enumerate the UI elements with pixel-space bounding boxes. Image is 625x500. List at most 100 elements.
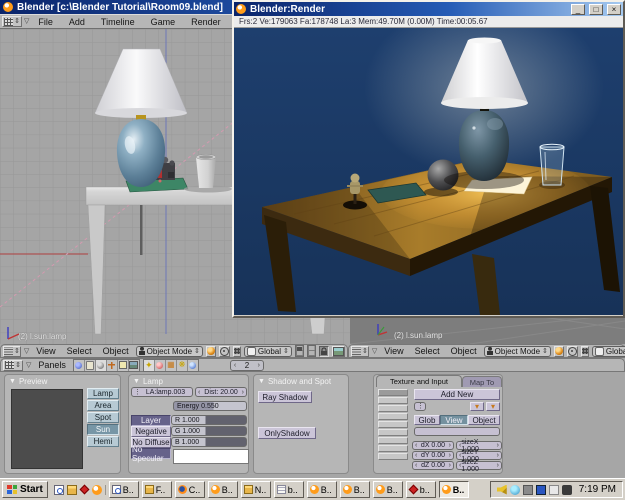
task-button-6[interactable]: b..	[274, 481, 304, 498]
display-tray-icon[interactable]	[536, 485, 546, 495]
camera-tray-icon[interactable]	[562, 485, 572, 495]
lamp-datablock-field[interactable]: ⋮ LA:lamp.003	[131, 387, 193, 397]
menu-select[interactable]: Select	[63, 346, 96, 356]
collapse-icon[interactable]: ▽	[26, 362, 31, 369]
messenger-icon[interactable]	[510, 485, 520, 495]
menu-object[interactable]: Object	[99, 346, 133, 356]
texture-slot-3[interactable]	[378, 405, 408, 412]
gear-tray-icon[interactable]	[523, 485, 533, 495]
task-button-4[interactable]: B..	[208, 481, 238, 498]
menu-view[interactable]: View	[380, 346, 407, 356]
quicklaunch-media-icon[interactable]	[79, 485, 89, 495]
editing-context-button[interactable]	[118, 360, 129, 371]
tab-map-to[interactable]: Map To	[462, 376, 502, 387]
layer-toggle[interactable]: Layer	[131, 415, 171, 426]
world-buttons-button[interactable]	[188, 360, 198, 371]
shadow-panel-header[interactable]: ▼ Shadow and Spot	[254, 375, 348, 386]
lamp-color-swatch[interactable]	[173, 449, 249, 464]
texture-slot-5[interactable]	[378, 421, 408, 428]
dy-field[interactable]: ‹ dY 0.00 ›	[412, 451, 454, 460]
task-button-1[interactable]: B..	[109, 481, 139, 498]
menu-render[interactable]: Render	[184, 17, 228, 27]
start-button[interactable]: Start	[2, 481, 48, 498]
task-button-9[interactable]: B..	[373, 481, 403, 498]
lamp-type-hemi[interactable]: Hemi	[87, 436, 119, 447]
quicklaunch-explorer-icon[interactable]	[54, 485, 64, 495]
dist-field[interactable]: ‹ Dist: 20.00 ›	[195, 387, 247, 397]
tab-texture-and-input[interactable]: Texture and Input	[376, 375, 462, 387]
quicklaunch-folder-icon[interactable]	[67, 485, 77, 495]
negative-toggle[interactable]: Negative	[131, 426, 171, 437]
menu-game[interactable]: Game	[144, 17, 183, 27]
material-buttons-button[interactable]	[155, 360, 166, 371]
coord-glob-button[interactable]: Glob	[414, 415, 440, 425]
manipulator-button[interactable]	[233, 346, 241, 357]
collapse-icon[interactable]: ▽	[24, 348, 29, 355]
scene-context-button[interactable]	[129, 360, 139, 371]
lamp-type-spot[interactable]: Spot	[87, 412, 119, 423]
task-button-10[interactable]: b..	[406, 481, 436, 498]
b-slider[interactable]: B 1.000	[171, 437, 247, 447]
shading-context-button[interactable]	[96, 360, 107, 371]
texture-slot-6[interactable]	[378, 429, 408, 436]
texture-slot-1[interactable]	[378, 389, 408, 396]
add-new-button[interactable]: Add New	[414, 389, 500, 400]
no-specular-toggle[interactable]: No Specular	[131, 448, 171, 459]
preview-panel-header[interactable]: ▼ Preview	[5, 375, 120, 386]
lamp-type-area[interactable]: Area	[87, 400, 119, 411]
texture-slot-9[interactable]	[378, 453, 408, 460]
dz-field[interactable]: ‹ dZ 0.00 ›	[412, 461, 454, 470]
window-type-button[interactable]: ⇕	[3, 346, 21, 357]
orientation-dropdown[interactable]: Global ⇕	[592, 346, 625, 357]
dx-field[interactable]: ‹ dX 0.00 ›	[412, 441, 454, 450]
task-button-7[interactable]: B..	[307, 481, 337, 498]
menu-timeline[interactable]: Timeline	[94, 17, 142, 27]
volume-icon[interactable]	[497, 485, 507, 495]
manipulator-button[interactable]	[581, 346, 589, 357]
frame-number-field[interactable]: ‹ 2 ›	[230, 360, 264, 371]
layer-buttons-group1[interactable]	[295, 345, 304, 357]
menu-view[interactable]: View	[32, 346, 59, 356]
tray-icon[interactable]	[549, 485, 559, 495]
object-name-field[interactable]	[414, 427, 500, 436]
task-button-2[interactable]: F..	[142, 481, 172, 498]
texture-slot-7[interactable]	[378, 437, 408, 444]
texture-slot-4[interactable]	[378, 413, 408, 420]
mode-dropdown[interactable]: Object Mode ⇕	[136, 346, 203, 357]
script-context-button[interactable]	[85, 360, 96, 371]
texture-slot-8[interactable]	[378, 445, 408, 452]
lock-button[interactable]	[319, 346, 329, 357]
lamp-panel-header[interactable]: ▼ Lamp	[129, 375, 248, 386]
task-button-5[interactable]: N..	[241, 481, 271, 498]
object-context-button[interactable]	[107, 360, 118, 371]
texture-clear-button[interactable]: ▾	[486, 402, 500, 411]
only-shadow-button[interactable]: OnlyShadow	[258, 427, 316, 439]
coord-object-button[interactable]: Object	[468, 415, 500, 425]
draw-type-button[interactable]	[554, 346, 564, 357]
logic-context-button[interactable]	[74, 360, 85, 371]
texture-slot-2[interactable]	[378, 397, 408, 404]
menu-file[interactable]: File	[31, 17, 60, 27]
render-window-titlebar[interactable]: Blender:Render _ □ ×	[234, 2, 623, 16]
coord-view-button[interactable]: View	[440, 415, 468, 425]
window-type-button[interactable]: ⇕	[3, 360, 23, 371]
lamp-type-sun[interactable]: Sun	[87, 424, 119, 435]
task-button-11[interactable]: B..	[439, 481, 469, 498]
radiosity-buttons-button[interactable]: ❋	[177, 360, 188, 371]
task-button-8[interactable]: B..	[340, 481, 370, 498]
texture-buttons-button[interactable]: ▦	[166, 360, 177, 371]
layer-buttons-group2[interactable]	[307, 345, 316, 357]
menu-add[interactable]: Add	[62, 17, 92, 27]
close-button[interactable]: ×	[607, 4, 621, 15]
pivot-button[interactable]	[219, 346, 230, 357]
collapse-icon[interactable]: ▽	[24, 18, 29, 25]
menu-select[interactable]: Select	[411, 346, 444, 356]
texture-auto-button[interactable]: ▾	[470, 402, 484, 411]
quicklaunch-blender-icon[interactable]	[92, 485, 102, 495]
collapse-icon[interactable]: ▽	[372, 348, 377, 355]
energy-slider[interactable]: Energy 0.550	[173, 401, 247, 411]
lamp-buttons-button[interactable]: ✦	[144, 360, 155, 371]
task-button-3[interactable]: C..	[175, 481, 205, 498]
minimize-button[interactable]: _	[571, 4, 585, 15]
mode-dropdown[interactable]: Object Mode ⇕	[484, 346, 551, 357]
